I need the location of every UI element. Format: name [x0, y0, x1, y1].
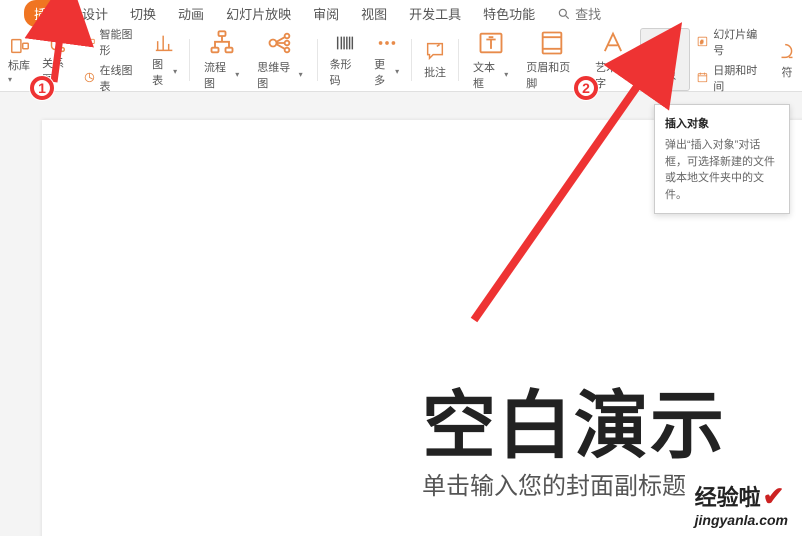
tab-slideshow[interactable]: 幻灯片放映	[216, 0, 301, 27]
tab-search-label: 查找	[575, 4, 601, 23]
tab-design[interactable]: 设计	[72, 0, 118, 27]
ribbon-relation[interactable]: 关系图	[38, 33, 77, 87]
tooltip-insert-object: 插入对象 弹出“插入对象”对话框，可选择新建的文件或本地文件夹中的文件。	[654, 104, 790, 214]
slide-number-icon: #	[696, 35, 709, 49]
datetime-icon	[696, 71, 709, 85]
online-chart-icon	[83, 71, 96, 85]
ribbon-online-chart[interactable]: 在线图表	[83, 62, 140, 94]
object-icon	[651, 37, 679, 65]
slide-title[interactable]: 空白演示	[422, 366, 726, 473]
ribbon-more[interactable]: 更多▾	[368, 28, 405, 91]
chart-icon	[154, 32, 176, 54]
ribbon-slide-number[interactable]: # 幻灯片编号	[696, 26, 764, 58]
ribbon-flowchart[interactable]: 流程图▾	[196, 28, 247, 91]
ribbon-textbox[interactable]: 文本框▾	[465, 28, 516, 91]
tab-search[interactable]: 查找	[547, 0, 611, 27]
ribbon-insert: 标库▾ 关系图 智能图形 在线图表 图表▾ 流程图▾ 思维导图▾ 条形码 更多▾	[0, 28, 802, 92]
tab-review[interactable]: 审阅	[303, 0, 349, 27]
barcode-icon	[334, 32, 356, 54]
ribbon-header-footer[interactable]: 页眉和页脚	[518, 28, 585, 91]
ribbon-comment[interactable]: 批注	[418, 28, 452, 91]
svg-text:#: #	[701, 40, 704, 46]
tooltip-title: 插入对象	[665, 115, 779, 131]
flowchart-icon	[208, 29, 236, 57]
textbox-icon	[477, 29, 505, 57]
tab-animation[interactable]: 动画	[168, 0, 214, 27]
more-icon	[376, 32, 398, 54]
ribbon-object[interactable]: 对象	[640, 28, 690, 91]
ribbon-wordart[interactable]: 艺术字▾	[587, 28, 638, 91]
comment-icon	[424, 40, 446, 62]
tab-view[interactable]: 视图	[351, 0, 397, 27]
tab-transition[interactable]: 切换	[120, 0, 166, 27]
ribbon-symbol-partial[interactable]: 符	[770, 28, 798, 91]
tab-bar: 插入 设计 切换 动画 幻灯片放映 审阅 视图 开发工具 特色功能 查找	[0, 0, 802, 28]
ribbon-smart-shape[interactable]: 智能图形	[83, 26, 140, 58]
ribbon-datetime[interactable]: 日期和时间	[696, 62, 764, 94]
smart-shape-icon	[83, 35, 96, 49]
tab-insert[interactable]: 插入	[24, 0, 70, 27]
slide-subtitle[interactable]: 单击输入您的封面副标题	[422, 466, 686, 501]
mindmap-icon	[266, 29, 294, 57]
tab-devtools[interactable]: 开发工具	[399, 0, 471, 27]
tab-special[interactable]: 特色功能	[473, 0, 545, 27]
ribbon-mindmap[interactable]: 思维导图▾	[249, 28, 310, 91]
ribbon-partial-left: 标库▾	[4, 35, 36, 85]
ribbon-barcode[interactable]: 条形码	[324, 28, 367, 91]
symbol-icon	[776, 40, 798, 62]
search-icon	[557, 7, 571, 21]
ribbon-chart[interactable]: 图表▾	[146, 28, 183, 91]
header-footer-icon	[538, 29, 566, 57]
wordart-icon	[599, 29, 627, 57]
tooltip-body: 弹出“插入对象”对话框，可选择新建的文件或本地文件夹中的文件。	[665, 137, 779, 203]
